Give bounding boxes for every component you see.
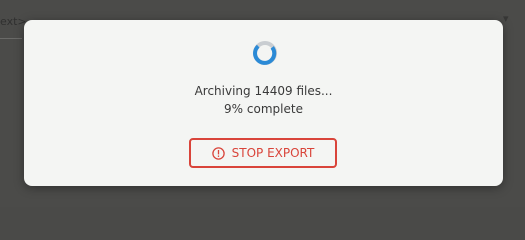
export-progress-dialog: Archiving 14409 files... 9% complete STO… <box>24 20 503 186</box>
alert-circle-icon <box>211 146 225 160</box>
stop-export-label: STOP EXPORT <box>231 146 315 160</box>
stop-export-button[interactable]: STOP EXPORT <box>189 138 337 168</box>
chevron-down-icon: ▾ <box>503 12 509 25</box>
archiving-status-text: Archiving 14409 files... <box>194 84 333 98</box>
circular-progress-icon <box>251 39 279 67</box>
background-divider <box>0 38 22 39</box>
progress-percent-text: 9% complete <box>224 102 303 116</box>
background-text: ext> <box>0 15 27 28</box>
